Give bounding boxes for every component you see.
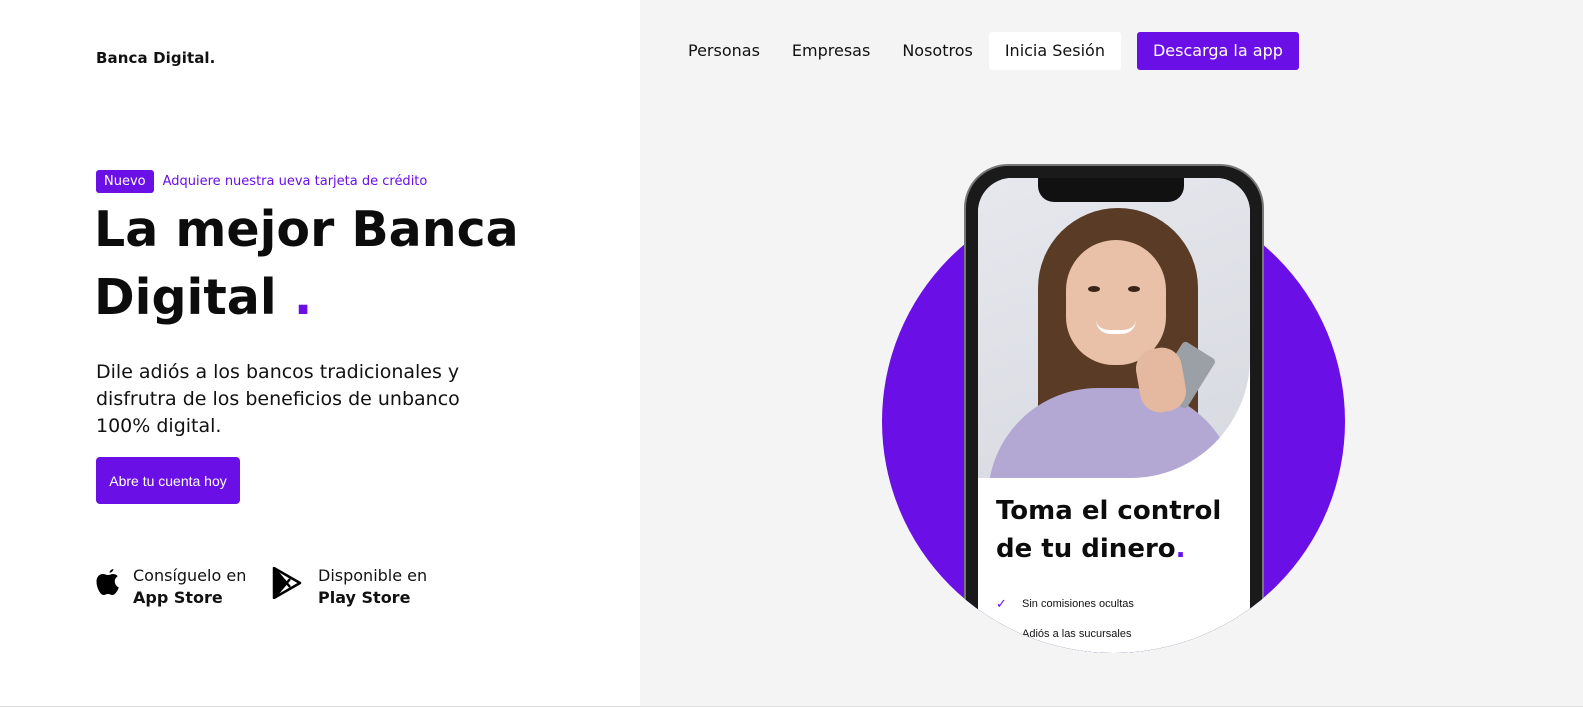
hero-title: La mejor Banca Digital . <box>94 196 594 332</box>
app-store-line1: Consíguelo en <box>133 566 247 585</box>
nav-empresas[interactable]: Empresas <box>776 32 886 70</box>
phone-mockup-container: Toma el control de tu dinero. ✓ Sin comi… <box>882 150 1345 653</box>
new-badge: Nuevo <box>96 170 154 193</box>
login-button[interactable]: Inicia Sesión <box>988 32 1121 70</box>
app-store-link[interactable]: Consíguelo en App Store <box>95 565 246 609</box>
announcement[interactable]: Nuevo Adquiere nuestra ueva tarjeta de c… <box>96 170 427 193</box>
brand-logo[interactable]: Banca Digital. <box>96 49 215 67</box>
hero-title-dot: . <box>293 269 313 326</box>
check-icon: ✓ <box>996 626 1007 641</box>
check-icon: ✓ <box>996 596 1007 611</box>
phone-title-line2: de tu dinero <box>996 534 1176 564</box>
phone-title-line1: Toma el control <box>996 496 1222 526</box>
play-store-icon <box>272 566 302 600</box>
feature-item: ✓ Adiós a las sucursales <box>996 626 1131 642</box>
nav-nosotros[interactable]: Nosotros <box>886 32 989 70</box>
hero-title-line2: Digital <box>94 269 277 326</box>
announcement-text[interactable]: Adquiere nuestra ueva tarjeta de crédito <box>163 174 428 189</box>
feature-item: ✓ Sin comisiones ocultas <box>996 596 1134 612</box>
phone-title-dot: . <box>1175 534 1186 564</box>
open-account-button[interactable]: Abre tu cuenta hoy <box>96 457 240 504</box>
phone-mockup: Toma el control de tu dinero. ✓ Sin comi… <box>964 164 1264 653</box>
apple-icon <box>95 567 121 599</box>
feature-text: Sin comisiones ocultas <box>1022 598 1134 610</box>
phone-notch <box>1038 178 1184 202</box>
phone-screen-title: Toma el control de tu dinero. <box>996 492 1246 568</box>
woman-holding-card-photo <box>978 178 1250 478</box>
hero-title-line1: La mejor Banca <box>94 201 519 258</box>
play-store-line1: Disponible en <box>318 566 428 585</box>
download-app-button[interactable]: Descarga la app <box>1136 32 1299 70</box>
play-store-line2: Play Store <box>318 588 411 607</box>
play-store-link[interactable]: Disponible en Play Store <box>272 565 427 609</box>
hero-description: Dile adiós a los bancos tradicionales y … <box>96 361 460 437</box>
top-nav: Personas Empresas Nosotros Inicia Sesión… <box>672 32 1299 70</box>
nav-personas[interactable]: Personas <box>672 32 776 70</box>
phone-screen: Toma el control de tu dinero. ✓ Sin comi… <box>978 178 1250 653</box>
feature-text: Adiós a las sucursales <box>1022 628 1132 640</box>
app-store-line2: App Store <box>133 588 223 607</box>
